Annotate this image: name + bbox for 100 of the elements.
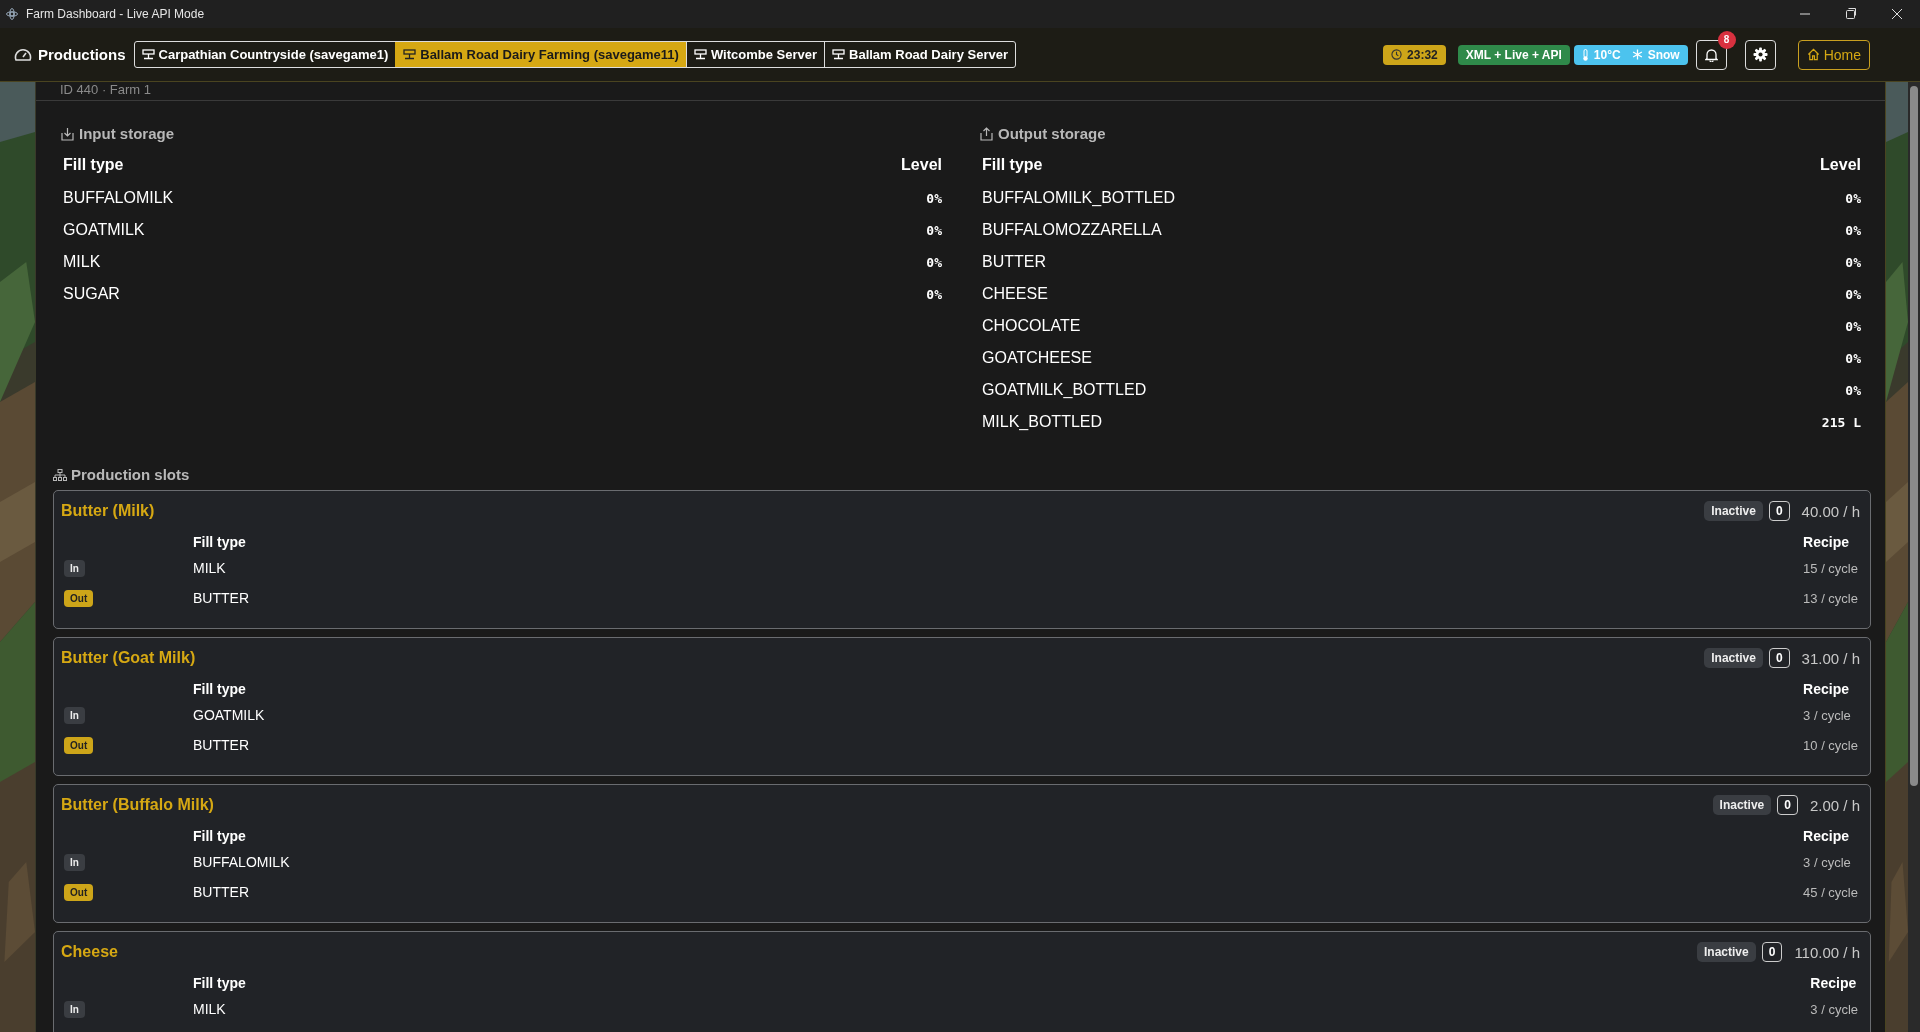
- server-icon: [693, 49, 707, 60]
- status-badge: Inactive: [1704, 501, 1763, 521]
- bell-icon: [1704, 47, 1718, 62]
- app-icon: [6, 8, 18, 20]
- fill-type: GOATCHEESE: [982, 349, 1092, 367]
- fill-type: BUTTER: [982, 253, 1046, 271]
- fill-type: BUTTER: [193, 884, 249, 900]
- column-header: Level: [1820, 156, 1861, 174]
- direction-badge: In: [64, 559, 85, 577]
- level-value: 0%: [1845, 350, 1861, 366]
- rate-value: 40.00 / h: [1801, 502, 1860, 520]
- level-value: 0%: [926, 190, 942, 206]
- level-value: 0%: [926, 254, 942, 270]
- upload-icon: [980, 126, 993, 141]
- page-title: Productions: [38, 46, 126, 63]
- level-value: 0%: [1845, 254, 1861, 270]
- recipe-value: 45 / cycle: [1803, 884, 1858, 900]
- level-value: 0%: [1845, 318, 1861, 334]
- count-badge: 0: [1768, 648, 1790, 668]
- window-title: Farm Dashboard - Live API Mode: [26, 7, 206, 21]
- section-title: Input storage: [79, 125, 174, 142]
- status-badge: Inactive: [1712, 795, 1772, 815]
- direction-badge: In: [64, 1000, 85, 1018]
- column-header: Fill type: [193, 975, 246, 991]
- level-value: 0%: [926, 286, 942, 302]
- fill-type: BUFFALOMILK: [63, 189, 174, 207]
- direction-badge: Out: [64, 883, 94, 901]
- fill-type: BUTTER: [193, 737, 249, 753]
- column-header: Fill type: [193, 681, 246, 697]
- mode-badge: XML + Live + API: [1457, 44, 1570, 65]
- column-header: Level: [901, 156, 942, 174]
- column-header: Recipe: [1810, 975, 1857, 991]
- home-button[interactable]: Home: [1797, 39, 1870, 70]
- level-value: 0%: [1845, 382, 1861, 398]
- status-badge: Inactive: [1704, 648, 1763, 668]
- settings-button[interactable]: [1744, 39, 1776, 70]
- rate-value: 31.00 / h: [1801, 649, 1860, 667]
- section-title: Production slots: [71, 466, 190, 483]
- recipe-value: 10 / cycle: [1803, 737, 1858, 753]
- slot-title: Cheese: [61, 943, 119, 961]
- fill-type: BUTTER: [193, 590, 249, 606]
- fill-type: CHEESE: [982, 285, 1048, 303]
- server-tab[interactable]: Carpathian Countryside (savegame1): [134, 42, 396, 67]
- direction-badge: Out: [64, 589, 94, 607]
- fill-type: SUGAR: [63, 285, 120, 303]
- rate-value: 110.00 / h: [1794, 943, 1860, 961]
- level-value: 0%: [1845, 222, 1861, 238]
- fill-type: BUFFALOMILK: [193, 854, 290, 870]
- column-header: Fill type: [982, 156, 1043, 174]
- fill-type: MILK: [193, 560, 226, 576]
- fill-type: GOATMILK: [63, 221, 145, 239]
- level-value: 215 L: [1821, 414, 1861, 430]
- server-tab[interactable]: Ballam Road Dairy Server: [824, 42, 1015, 67]
- direction-badge: In: [64, 853, 85, 871]
- fill-type: GOATMILK_BOTTLED: [982, 381, 1147, 399]
- recipe-value: 13 / cycle: [1803, 590, 1858, 606]
- section-title: Output storage: [998, 125, 1106, 142]
- server-tab[interactable]: Witcombe Server: [685, 42, 824, 67]
- production-subtitle: ID 440 · Farm 1: [36, 82, 1885, 101]
- fill-type: MILK_BOTTLED: [982, 413, 1103, 431]
- hierarchy-icon: [53, 468, 67, 481]
- time-badge: 23:32: [1383, 44, 1446, 65]
- fill-type: CHOCOLATE: [982, 317, 1081, 335]
- server-tab[interactable]: Ballam Road Dairy Farming (savegame11): [395, 42, 686, 67]
- count-badge: 0: [1761, 942, 1783, 962]
- slot-title: Butter (Buffalo Milk): [61, 796, 215, 814]
- recipe-value: 15 / cycle: [1803, 560, 1858, 576]
- recipe-value: 3 / cycle: [1810, 1001, 1858, 1017]
- count-badge: 0: [1777, 795, 1798, 815]
- column-header: Recipe: [1803, 534, 1849, 550]
- server-icon: [832, 49, 845, 60]
- level-value: 0%: [1845, 190, 1861, 206]
- fill-type: BUFFALOMILK_BOTTLED: [982, 189, 1175, 207]
- rate-value: 2.00 / h: [1809, 796, 1860, 814]
- direction-badge: In: [64, 706, 85, 724]
- download-icon: [61, 126, 74, 141]
- level-value: 0%: [926, 222, 942, 238]
- fill-type: MILK: [63, 253, 101, 271]
- server-icon: [403, 49, 417, 60]
- home-icon: [1806, 48, 1820, 61]
- settings-icon: [1752, 47, 1768, 62]
- column-header: Recipe: [1803, 681, 1849, 697]
- scrollbar-thumb[interactable]: [1910, 86, 1918, 786]
- fill-type: GOATMILK: [193, 707, 265, 723]
- column-header: Fill type: [63, 156, 124, 174]
- weather-badge: 10°C Snow: [1573, 44, 1688, 65]
- fill-type: BUFFALOMOZZARELLA: [982, 221, 1162, 239]
- slot-title: Butter (Milk): [61, 502, 156, 520]
- direction-badge: Out: [64, 736, 94, 754]
- slot-title: Butter (Goat Milk): [61, 649, 197, 667]
- notification-count: 8: [1717, 30, 1736, 49]
- recipe-value: 3 / cycle: [1803, 854, 1851, 870]
- column-header: Fill type: [193, 828, 246, 844]
- server-icon: [141, 49, 155, 60]
- status-badge: Inactive: [1697, 942, 1756, 962]
- count-badge: 0: [1768, 501, 1790, 521]
- column-header: Fill type: [193, 534, 246, 550]
- level-value: 0%: [1845, 286, 1861, 302]
- gauge-icon: [14, 46, 32, 63]
- column-header: Recipe: [1803, 828, 1849, 844]
